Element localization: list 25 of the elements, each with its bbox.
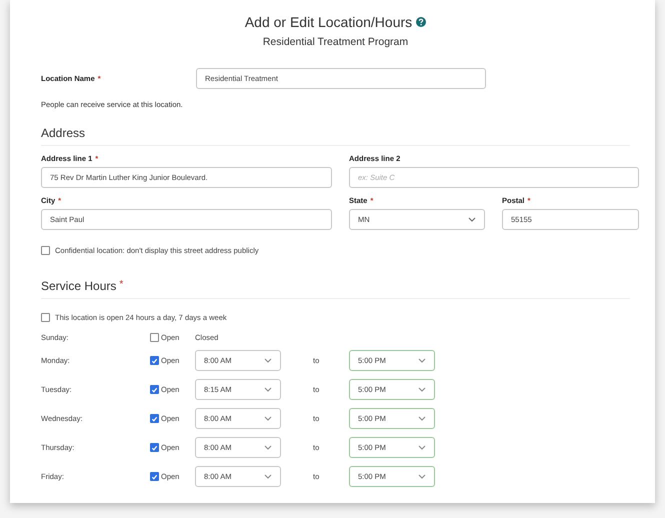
checkbox[interactable] [150, 472, 159, 481]
checkbox[interactable] [150, 443, 159, 452]
caret-icon [418, 358, 426, 363]
checkbox[interactable] [41, 313, 50, 322]
caret-icon [418, 416, 426, 421]
caret-icon [264, 445, 272, 450]
caret-icon [264, 474, 272, 479]
checkbox[interactable] [150, 356, 159, 365]
help-icon[interactable] [416, 17, 426, 27]
caret-icon [418, 387, 426, 392]
page-subtitle: Residential Treatment Program [262, 36, 410, 48]
caret-icon [264, 358, 272, 363]
checkbox[interactable] [150, 332, 159, 342]
checkbox[interactable] [150, 385, 159, 394]
caret-icon [264, 416, 272, 421]
caret-icon [418, 445, 426, 450]
checkbox[interactable] [41, 246, 50, 255]
page-title: Add or Edit Location/Hours [244, 14, 412, 30]
caret-icon [468, 217, 476, 222]
section-heading: Service Hours [41, 279, 116, 293]
required-mark: * [119, 279, 124, 292]
section-heading: Address [41, 126, 630, 146]
checkbox[interactable] [150, 414, 159, 423]
caret-icon [418, 474, 426, 479]
caret-icon [264, 387, 272, 392]
